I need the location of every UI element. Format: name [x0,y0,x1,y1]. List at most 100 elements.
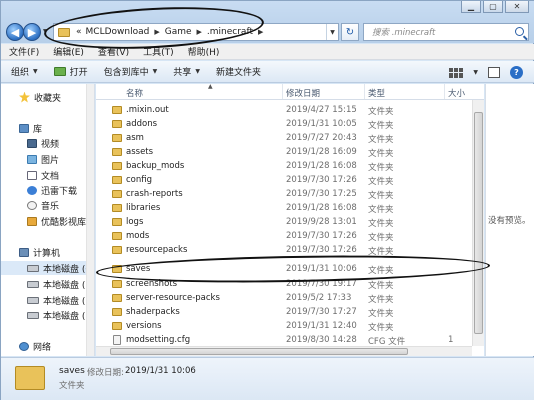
vertical-scrollbar[interactable] [472,100,484,346]
column-date[interactable]: 修改日期 [286,87,320,99]
file-row[interactable]: logs 2019/9/28 13:01 文件夹 [96,215,484,229]
file-row[interactable]: crash-reports 2019/7/30 17:25 文件夹 [96,187,484,201]
scrollbar-thumb[interactable] [474,112,483,334]
horizontal-scrollbar[interactable] [96,346,472,356]
folder-icon [112,190,122,198]
include-in-library-label: 包含到库中 [103,68,149,78]
share-label: 共享 [173,68,192,78]
menu-tools[interactable]: 工具(T) [143,45,174,58]
menu-file[interactable]: 文件(F) [9,45,39,58]
breadcrumb-overflow[interactable]: « [74,27,84,37]
nav-drive-c[interactable]: 本地磁盘 (C [1,261,94,275]
help-icon[interactable]: ? [510,66,523,79]
breadcrumb-game[interactable]: Game [163,27,194,37]
minimize-button[interactable]: ▁ [461,1,481,13]
recent-locations-dropdown[interactable]: ▼ [43,28,48,35]
column-size[interactable]: 大小 [448,87,465,99]
search-icon[interactable] [515,27,524,36]
organize-button[interactable]: 组织 ▼ [11,65,38,78]
menu-view[interactable]: 查看(V) [98,45,129,58]
music-icon [27,200,37,210]
breadcrumb-mcldownload[interactable]: MCLDownload [84,27,152,37]
column-name[interactable]: 名称 [126,87,143,99]
breadcrumb-chevron-icon[interactable]: ▶ [194,28,205,36]
folder-icon [112,106,122,114]
open-button[interactable]: 打开 [53,65,88,78]
nav-pictures[interactable]: 图片 [27,152,59,166]
file-name: versions [126,321,162,331]
file-row[interactable]: addons 2019/1/31 10:05 文件夹 [96,117,484,131]
column-divider[interactable] [364,84,365,99]
nav-drive-e[interactable]: 本地磁盘 (E [27,293,91,307]
nav-drive-d[interactable]: 本地磁盘 (D [27,277,92,291]
nav-favorites[interactable]: 收藏夹 [19,90,61,104]
column-type[interactable]: 类型 [368,87,385,99]
breadcrumb-chevron-icon[interactable]: ▶ [151,28,162,36]
details-modified-label: 修改日期: [87,368,124,378]
nav-computer[interactable]: 计算机 [19,245,60,259]
address-bar[interactable]: « MCLDownload ▶ Game ▶ .minecraft ▶ ▼ [53,23,339,41]
preview-pane-icon[interactable] [488,67,500,78]
folder-icon [112,134,122,142]
change-view-icon[interactable] [449,67,464,78]
computer-icon [19,247,29,257]
file-type: 文件夹 [368,266,394,276]
search-input[interactable]: 搜索 .minecraft [363,23,529,41]
include-in-library-button[interactable]: 包含到库中 ▼ [104,65,158,78]
breadcrumb-minecraft[interactable]: .minecraft [205,27,255,37]
drive-icon [27,296,39,304]
file-date: 2019/1/31 12:40 [286,321,357,331]
nav-music[interactable]: 音乐 [27,198,59,212]
nav-documents[interactable]: 文档 [27,168,59,182]
menu-edit[interactable]: 编辑(E) [53,45,84,58]
nav-drive-e-label: 本地磁盘 (E [43,296,92,307]
scrollbar-thumb[interactable] [110,348,408,355]
file-name: mods [126,231,150,241]
file-row[interactable]: libraries 2019/1/28 16:08 文件夹 [96,201,484,215]
file-row[interactable]: .mixin.out 2019/4/27 15:15 文件夹 [96,103,484,117]
nav-videos-label: 视频 [41,139,60,150]
folder-icon [112,232,122,240]
nav-library[interactable]: 库 [19,121,42,135]
file-row[interactable]: assets 2019/1/28 16:09 文件夹 [96,145,484,159]
file-row[interactable]: screenshots 2019/7/30 19:17 文件夹 [96,277,484,291]
nav-network[interactable]: 网络 [19,339,51,353]
back-button[interactable]: ◀ [6,23,24,41]
file-row[interactable]: config 2019/7/30 17:26 文件夹 [96,173,484,187]
new-folder-button[interactable]: 新建文件夹 [216,65,261,78]
file-row[interactable]: modsetting.cfg 2019/8/30 14:28 CFG 文件 1 [96,333,484,347]
file-row[interactable]: server-resource-packs 2019/5/2 17:33 文件夹 [96,291,484,305]
file-name: addons [126,119,158,129]
sort-up-icon: ▲ [208,84,213,90]
menu-help[interactable]: 帮助(H) [188,45,220,58]
close-button[interactable]: ✕ [505,1,529,13]
file-row[interactable]: mods 2019/7/30 17:26 文件夹 [96,229,484,243]
file-row-saves[interactable]: saves 2019/1/31 10:06 文件夹 [96,262,484,276]
nav-drive-f[interactable]: 本地磁盘 (F [27,308,91,322]
maximize-button[interactable]: ▢ [483,1,503,13]
chevron-down-icon: ▼ [33,68,38,75]
file-row[interactable]: versions 2019/1/31 12:40 文件夹 [96,319,484,333]
file-row[interactable]: backup_mods 2019/1/28 16:08 文件夹 [96,159,484,173]
file-row[interactable]: shaderpacks 2019/7/30 17:27 文件夹 [96,305,484,319]
file-row[interactable]: resourcepacks 2019/7/30 17:26 文件夹 [96,243,484,257]
nav-thunder[interactable]: 迅雷下载 [27,183,77,197]
nav-scrollbar[interactable] [86,84,94,356]
file-type: 文件夹 [368,233,394,243]
file-type: 文件夹 [368,295,394,305]
refresh-button[interactable]: ↻ [341,23,359,41]
column-divider[interactable] [444,84,445,99]
chevron-down-icon: ▼ [195,68,200,75]
column-divider[interactable] [282,84,283,99]
nav-favorites-label: 收藏夹 [34,93,62,104]
nav-youku[interactable]: 优酷影视库 [27,214,86,228]
nav-videos[interactable]: 视频 [27,136,59,150]
nav-thunder-label: 迅雷下载 [41,186,78,197]
breadcrumb-chevron-icon[interactable]: ▶ [255,28,266,36]
share-button[interactable]: 共享 ▼ [173,65,200,78]
address-dropdown-icon[interactable]: ▼ [326,24,338,40]
file-row[interactable]: asm 2019/7/27 20:43 文件夹 [96,131,484,145]
folder-icon [112,148,122,156]
view-dropdown-icon[interactable]: ▼ [473,69,478,76]
forward-button[interactable]: ▶ [23,23,41,41]
